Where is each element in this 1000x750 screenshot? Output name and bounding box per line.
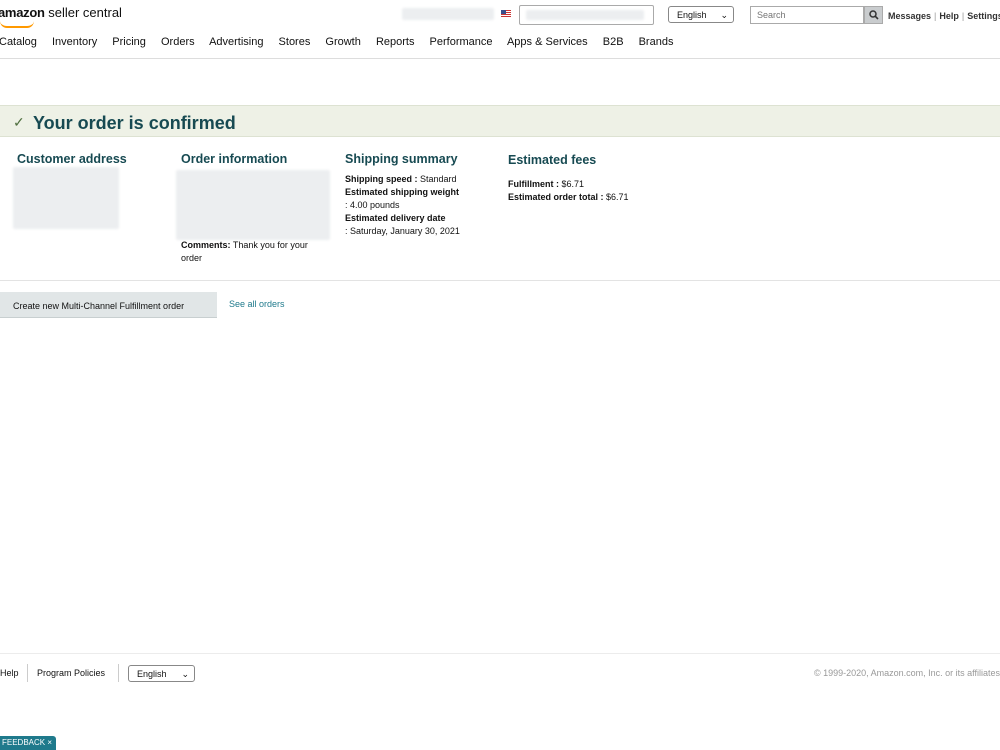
logo-smile-icon	[0, 21, 34, 28]
order-comments: Comments: Thank you for your order	[181, 239, 331, 265]
section-divider	[0, 280, 1000, 281]
customer-address-heading: Customer address	[17, 152, 127, 166]
account-name-redacted	[402, 8, 494, 20]
nav-brands[interactable]: Brands	[639, 36, 674, 48]
shipping-weight-label: Estimated shipping weight	[345, 187, 460, 197]
shipping-summary: Shipping speed : Standard Estimated ship…	[345, 173, 485, 238]
customer-address-redacted	[13, 167, 119, 229]
help-link[interactable]: Help	[939, 11, 959, 21]
search-input[interactable]	[750, 6, 864, 24]
shipping-weight-value: : 4.00 pounds	[345, 200, 400, 210]
logo-brand: amazon	[0, 5, 45, 20]
nav-divider	[0, 58, 1000, 59]
order-total-value: $6.71	[603, 192, 629, 202]
settings-link[interactable]: Settings	[967, 11, 1000, 21]
delivery-date-value: : Saturday, January 30, 2021	[345, 226, 460, 236]
marketplace-selector[interactable]	[519, 5, 654, 25]
nav-advertising[interactable]: Advertising	[209, 36, 263, 48]
link-separator: |	[961, 11, 965, 21]
nav-reports[interactable]: Reports	[376, 36, 415, 48]
shipping-speed-label: Shipping speed :	[345, 174, 418, 184]
language-select[interactable]: English ⌄	[668, 6, 734, 23]
nav-orders[interactable]: Orders	[161, 36, 195, 48]
top-links: Messages | Help | Settings	[888, 11, 1000, 21]
nav-b2b[interactable]: B2B	[603, 36, 624, 48]
marketplace-name-redacted	[526, 10, 644, 20]
footer-separator	[118, 664, 119, 682]
chevron-down-icon: ⌄	[181, 669, 189, 679]
feedback-tab[interactable]: FEEDBACK ×	[0, 736, 57, 750]
nav-catalog[interactable]: Catalog	[0, 36, 37, 48]
fulfillment-fee-value: $6.71	[559, 179, 585, 189]
messages-link[interactable]: Messages	[888, 11, 931, 21]
delivery-date-label: Estimated delivery date	[345, 213, 446, 223]
footer-separator	[27, 664, 28, 682]
shipping-summary-heading: Shipping summary	[345, 152, 458, 166]
estimated-fees: Fulfillment : $6.71 Estimated order tota…	[508, 178, 688, 204]
confirmation-banner: ✓ Your order is confirmed	[0, 105, 1000, 137]
create-mcf-order-button[interactable]: Create new Multi-Channel Fulfillment ord…	[0, 292, 217, 318]
main-nav: Catalog Inventory Pricing Orders Adverti…	[0, 36, 685, 48]
nav-stores[interactable]: Stores	[279, 36, 311, 48]
comments-label: Comments:	[181, 240, 231, 250]
footer-language-select[interactable]: English ⌄	[128, 665, 195, 682]
nav-inventory[interactable]: Inventory	[52, 36, 97, 48]
footer-divider	[0, 653, 1000, 654]
footer-program-policies-link[interactable]: Program Policies	[37, 668, 105, 678]
nav-growth[interactable]: Growth	[325, 36, 360, 48]
footer-help-link[interactable]: Help	[0, 668, 19, 678]
logo-product: seller central	[48, 5, 122, 20]
see-all-orders-link[interactable]: See all orders	[229, 299, 285, 309]
order-information-heading: Order information	[181, 152, 288, 166]
footer-language-value: English	[137, 669, 167, 679]
amazon-seller-central-logo[interactable]: amazon seller central	[0, 5, 122, 28]
estimated-fees-heading: Estimated fees	[508, 153, 597, 167]
checkmark-icon: ✓	[13, 114, 25, 130]
link-separator: |	[934, 11, 937, 21]
chevron-down-icon: ⌄	[720, 10, 728, 20]
page-title: Your order is confirmed	[33, 113, 236, 133]
copyright-text: © 1999-2020, Amazon.com, Inc. or its aff…	[813, 668, 1000, 678]
fulfillment-fee-label: Fulfillment :	[508, 179, 559, 189]
language-select-value: English	[677, 10, 707, 20]
shipping-speed-value: Standard	[417, 174, 457, 184]
search-button[interactable]	[864, 6, 883, 24]
us-flag-icon	[501, 10, 511, 17]
order-total-label: Estimated order total :	[508, 192, 604, 202]
nav-pricing[interactable]: Pricing	[112, 36, 146, 48]
nav-performance[interactable]: Performance	[430, 36, 493, 48]
nav-apps-services[interactable]: Apps & Services	[507, 36, 588, 48]
search-icon	[869, 10, 879, 20]
order-information-redacted	[176, 170, 330, 240]
